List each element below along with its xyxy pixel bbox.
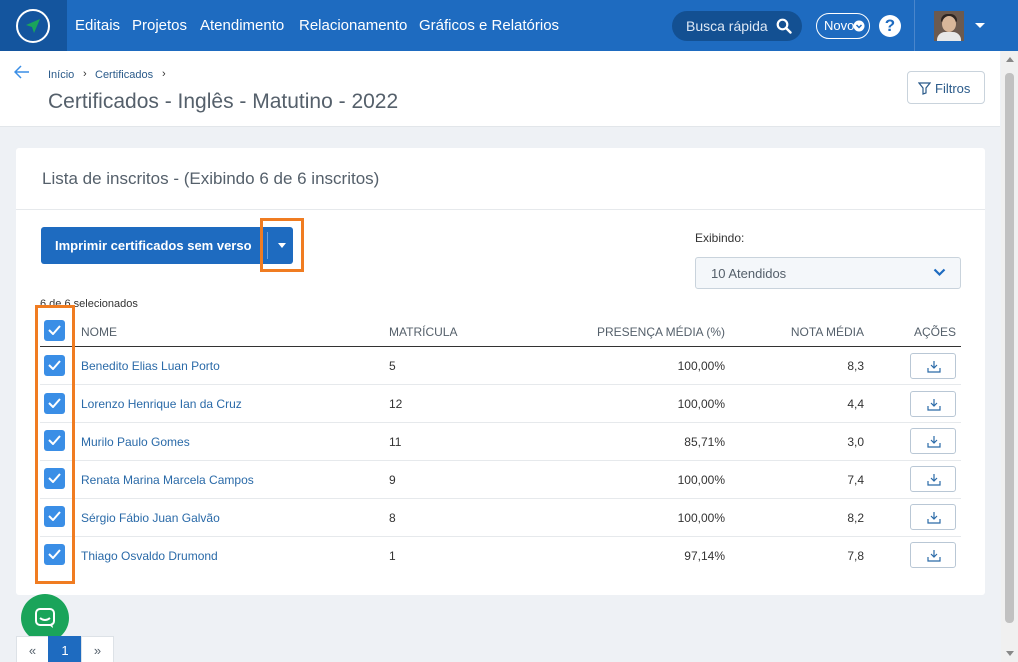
back-arrow-icon[interactable] xyxy=(14,65,30,79)
download-certificate-button[interactable] xyxy=(910,542,956,568)
vertical-scrollbar[interactable] xyxy=(1001,51,1018,662)
quick-search-input[interactable]: Busca rápida xyxy=(672,11,802,41)
print-certificates-label: Imprimir certificados sem verso xyxy=(55,238,252,253)
breadcrumb-separator: › xyxy=(83,68,87,80)
column-header-acoes: AÇÕES xyxy=(913,325,956,339)
row-divider xyxy=(40,384,961,385)
pagination-next[interactable]: » xyxy=(81,636,114,662)
student-name[interactable]: Renata Marina Marcela Campos xyxy=(81,473,254,487)
logo[interactable] xyxy=(0,0,67,51)
student-presenca: 85,71% xyxy=(684,435,725,449)
novo-label: Novo xyxy=(824,18,855,33)
search-icon xyxy=(776,18,792,34)
avatar[interactable] xyxy=(934,11,964,41)
chevron-down-icon xyxy=(933,268,946,277)
page-title: Certificados - Inglês - Matutino - 2022 xyxy=(48,90,399,113)
student-presenca: 100,00% xyxy=(677,511,725,525)
student-matricula: 1 xyxy=(389,549,396,563)
student-presenca: 100,00% xyxy=(677,397,725,411)
student-name[interactable]: Murilo Paulo Gomes xyxy=(81,435,190,449)
column-header-nome[interactable]: NOME xyxy=(81,325,117,339)
breadcrumb-separator: › xyxy=(162,68,166,80)
highlight-checkboxes xyxy=(35,305,75,584)
novo-button[interactable]: Novo xyxy=(816,13,870,39)
student-nota: 7,8 xyxy=(847,549,864,563)
download-certificate-button[interactable] xyxy=(910,391,956,417)
scroll-up-arrow-icon[interactable] xyxy=(1006,57,1014,62)
download-certificate-button[interactable] xyxy=(910,504,956,530)
nav-link-graficos[interactable]: Gráficos e Relatórios xyxy=(419,17,559,34)
page-header: Início › Certificados › Certificados - I… xyxy=(0,51,1000,127)
help-icon[interactable]: ? xyxy=(879,15,901,37)
filters-label: Filtros xyxy=(935,81,971,96)
student-name[interactable]: Thiago Osvaldo Drumond xyxy=(81,549,218,563)
filter-icon xyxy=(918,82,931,95)
highlight-dropdown-toggle xyxy=(260,218,304,272)
filters-button[interactable]: Filtros xyxy=(907,71,985,104)
column-header-matricula[interactable]: MATRÍCULA xyxy=(389,325,457,339)
student-nota: 8,3 xyxy=(847,359,864,373)
row-divider xyxy=(40,460,961,461)
breadcrumb-certificados[interactable]: Certificados xyxy=(95,69,153,81)
student-nota: 8,2 xyxy=(847,511,864,525)
student-presenca: 97,14% xyxy=(684,549,725,563)
student-nota: 4,4 xyxy=(847,397,864,411)
student-matricula: 12 xyxy=(389,397,403,411)
scroll-down-arrow-icon[interactable] xyxy=(1006,651,1014,656)
nav-link-projetos[interactable]: Projetos xyxy=(132,17,187,34)
student-presenca: 100,00% xyxy=(677,359,725,373)
download-icon xyxy=(927,361,941,373)
breadcrumb-inicio[interactable]: Início xyxy=(48,69,74,81)
download-icon xyxy=(927,550,941,562)
caret-down-icon[interactable] xyxy=(974,22,986,30)
column-header-presenca[interactable]: PRESENÇA MÉDIA (%) xyxy=(597,325,725,339)
student-name[interactable]: Benedito Elias Luan Porto xyxy=(81,359,220,373)
nav-link-editais[interactable]: Editais xyxy=(75,17,120,34)
student-matricula: 8 xyxy=(389,511,396,525)
exibindo-label: Exibindo: xyxy=(695,231,745,245)
row-divider xyxy=(40,422,961,423)
student-matricula: 9 xyxy=(389,473,396,487)
download-icon xyxy=(927,474,941,486)
row-divider xyxy=(40,536,961,537)
pagination-prev[interactable]: « xyxy=(16,636,49,662)
column-header-nota[interactable]: NOTA MÉDIA xyxy=(791,325,864,339)
divider xyxy=(16,209,985,210)
student-nota: 3,0 xyxy=(847,435,864,449)
student-name[interactable]: Sérgio Fábio Juan Galvão xyxy=(81,511,220,525)
student-name[interactable]: Lorenzo Henrique Ian da Cruz xyxy=(81,397,242,411)
top-navbar: Editais Projetos Atendimento Relacioname… xyxy=(0,0,1018,51)
exibindo-select[interactable]: 10 Atendidos xyxy=(695,257,961,289)
student-matricula: 5 xyxy=(389,359,396,373)
inscritos-card: Lista de inscritos - (Exibindo 6 de 6 in… xyxy=(16,148,985,595)
student-nota: 7,4 xyxy=(847,473,864,487)
exibindo-value: 10 Atendidos xyxy=(711,266,787,281)
student-presenca: 100,00% xyxy=(677,473,725,487)
logo-icon xyxy=(16,9,50,43)
chat-button[interactable] xyxy=(21,594,69,642)
nav-link-atendimento[interactable]: Atendimento xyxy=(200,17,284,34)
card-title: Lista de inscritos - (Exibindo 6 de 6 in… xyxy=(42,169,380,188)
student-matricula: 11 xyxy=(389,435,402,449)
nav-divider xyxy=(914,0,915,51)
download-icon xyxy=(927,512,941,524)
chevron-down-icon xyxy=(853,20,865,32)
download-icon xyxy=(927,436,941,448)
search-placeholder: Busca rápida xyxy=(686,18,768,34)
download-certificate-button[interactable] xyxy=(910,353,956,379)
pagination-page-1[interactable]: 1 xyxy=(48,636,82,662)
download-icon xyxy=(927,399,941,411)
download-certificate-button[interactable] xyxy=(910,466,956,492)
print-certificates-button[interactable]: Imprimir certificados sem verso xyxy=(41,227,293,264)
row-divider xyxy=(40,498,961,499)
download-certificate-button[interactable] xyxy=(910,428,956,454)
nav-link-relacionamento[interactable]: Relacionamento xyxy=(299,17,407,34)
table-header-divider xyxy=(40,346,961,347)
scrollbar-thumb[interactable] xyxy=(1005,73,1014,623)
chat-icon xyxy=(35,608,55,628)
